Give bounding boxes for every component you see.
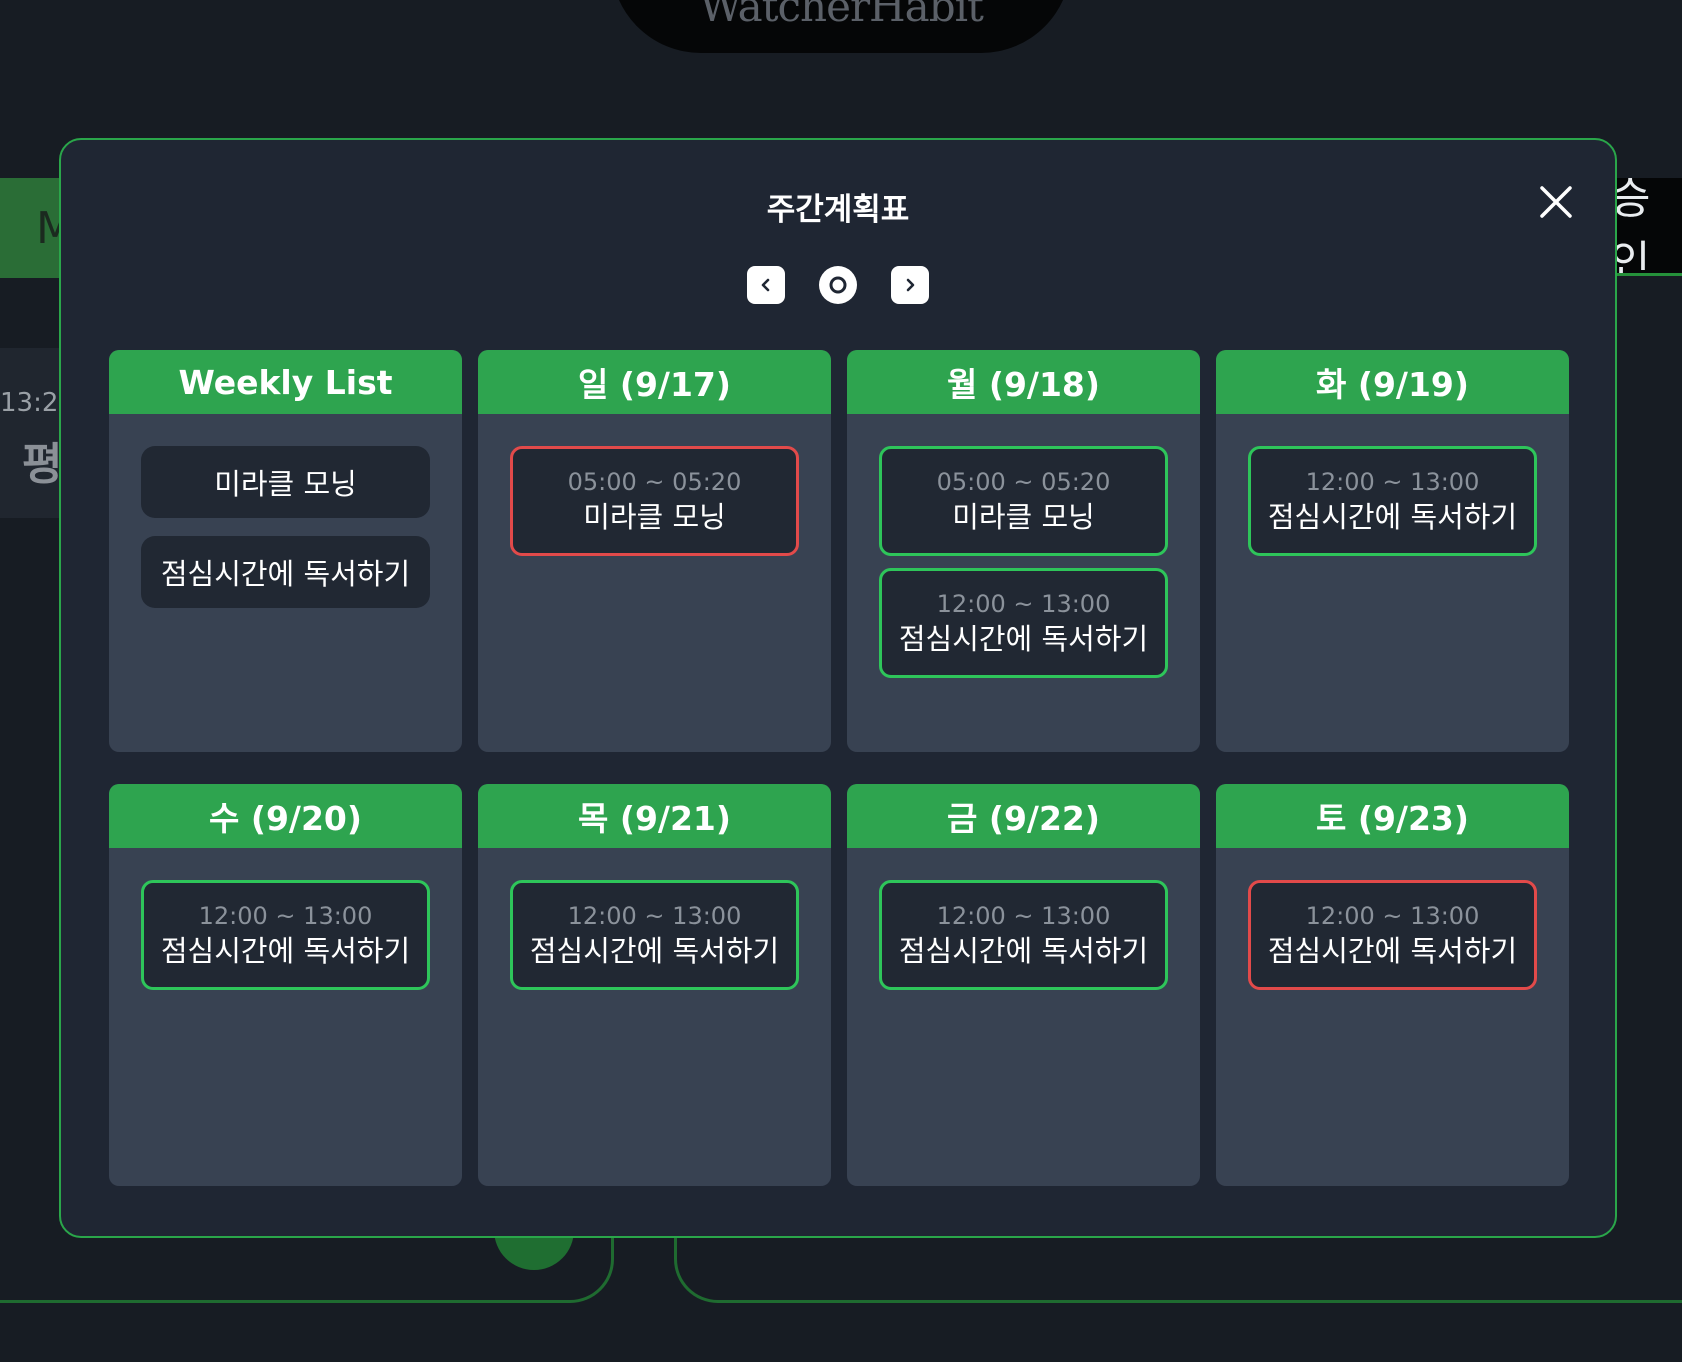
weekly-list-header: Weekly List [109, 350, 462, 414]
background-tab-right-label: 승인 [1610, 178, 1651, 276]
day-header: 수 (9/20) [109, 784, 462, 848]
task-name: 미라클 모닝 [952, 500, 1095, 534]
chevron-left-icon [761, 278, 770, 292]
task-name: 점심시간에 독서하기 [529, 934, 780, 968]
modal-title: 주간계획표 [766, 192, 910, 228]
app-root: WatcherHabit M 승인 13:20 평 주간계획표 Weekly L… [0, 0, 1682, 1362]
day-header: 일 (9/17) [478, 350, 831, 414]
chevron-right-icon [906, 278, 915, 292]
current-week-button[interactable] [819, 266, 857, 304]
day-column-monday: 월 (9/18) 05:00 ~ 05:20 미라클 모닝 12:00 ~ 13… [847, 350, 1200, 752]
weekly-list-column: Weekly List 미라클 모닝 점심시간에 독서하기 [109, 350, 462, 752]
task-card[interactable]: 12:00 ~ 13:00 점심시간에 독서하기 [510, 880, 799, 990]
task-card[interactable]: 05:00 ~ 05:20 미라클 모닝 [510, 446, 799, 556]
weekly-list-item[interactable]: 점심시간에 독서하기 [141, 536, 430, 608]
task-name: 점심시간에 독서하기 [160, 934, 411, 968]
weekly-list-item[interactable]: 미라클 모닝 [141, 446, 430, 518]
close-icon [1540, 186, 1572, 218]
day-column-saturday: 토 (9/23) 12:00 ~ 13:00 점심시간에 독서하기 [1216, 784, 1569, 1186]
day-column-thursday: 목 (9/21) 12:00 ~ 13:00 점심시간에 독서하기 [478, 784, 831, 1186]
task-card[interactable]: 12:00 ~ 13:00 점심시간에 독서하기 [879, 880, 1168, 990]
circle-icon [829, 276, 847, 294]
task-card[interactable]: 12:00 ~ 13:00 점심시간에 독서하기 [141, 880, 430, 990]
day-header: 금 (9/22) [847, 784, 1200, 848]
app-logo-text: WatcherHabit [699, 0, 984, 31]
task-name: 점심시간에 독서하기 [898, 622, 1149, 656]
day-header: 목 (9/21) [478, 784, 831, 848]
day-column-sunday: 일 (9/17) 05:00 ~ 05:20 미라클 모닝 [478, 350, 831, 752]
task-card[interactable]: 05:00 ~ 05:20 미라클 모닝 [879, 446, 1168, 556]
day-column-tuesday: 화 (9/19) 12:00 ~ 13:00 점심시간에 독서하기 [1216, 350, 1569, 752]
weekly-grid: Weekly List 미라클 모닝 점심시간에 독서하기 일 (9/17) 0… [109, 350, 1569, 1186]
task-time: 05:00 ~ 05:20 [567, 468, 742, 496]
week-navigation [61, 265, 1615, 305]
task-time: 12:00 ~ 13:00 [1305, 902, 1480, 930]
background-side-day: 평 [22, 439, 63, 490]
task-card[interactable]: 12:00 ~ 13:00 점심시간에 독서하기 [879, 568, 1168, 678]
day-header: 토 (9/23) [1216, 784, 1569, 848]
task-time: 12:00 ~ 13:00 [936, 590, 1111, 618]
task-name: 미라클 모닝 [583, 500, 726, 534]
task-card[interactable]: 12:00 ~ 13:00 점심시간에 독서하기 [1248, 880, 1537, 990]
day-column-wednesday: 수 (9/20) 12:00 ~ 13:00 점심시간에 독서하기 [109, 784, 462, 1186]
day-header: 월 (9/18) [847, 350, 1200, 414]
task-time: 12:00 ~ 13:00 [567, 902, 742, 930]
task-time: 12:00 ~ 13:00 [936, 902, 1111, 930]
day-column-friday: 금 (9/22) 12:00 ~ 13:00 점심시간에 독서하기 [847, 784, 1200, 1186]
weekly-plan-modal: 주간계획표 Weekly List 미라클 모닝 점심시간에 독서하기 일 (9… [59, 138, 1617, 1238]
task-name: 점심시간에 독서하기 [1267, 500, 1518, 534]
next-week-button[interactable] [891, 266, 929, 304]
task-card[interactable]: 12:00 ~ 13:00 점심시간에 독서하기 [1248, 446, 1537, 556]
task-name: 점심시간에 독서하기 [1267, 934, 1518, 968]
task-time: 12:00 ~ 13:00 [1305, 468, 1480, 496]
task-time: 05:00 ~ 05:20 [936, 468, 1111, 496]
app-logo: WatcherHabit [611, 0, 1071, 53]
task-time: 12:00 ~ 13:00 [198, 902, 373, 930]
day-header: 화 (9/19) [1216, 350, 1569, 414]
task-name: 점심시간에 독서하기 [898, 934, 1149, 968]
close-button[interactable] [1536, 182, 1576, 222]
previous-week-button[interactable] [747, 266, 785, 304]
